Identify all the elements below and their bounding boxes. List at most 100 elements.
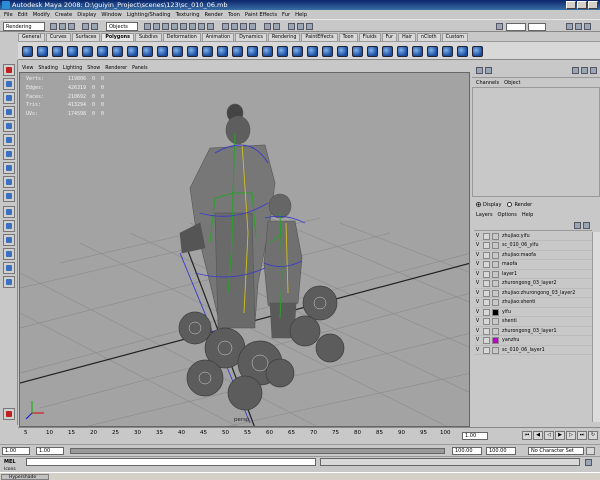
viewport-menu-renderer[interactable]: Renderer [105,66,127,71]
mask-icon[interactable] [144,23,151,30]
layer-row[interactable]: Vyanzhu [474,337,592,346]
layer-type-box[interactable] [483,299,490,306]
menu-edit[interactable]: Edit [18,12,28,18]
shelf-tab-dynamics[interactable]: Dynamics [235,33,267,41]
snap-grid-icon[interactable] [222,23,229,30]
layout-two-icon[interactable] [3,234,15,246]
layer-visibility[interactable]: V [474,262,481,267]
menu-window[interactable]: Window [101,12,121,18]
layer-row[interactable]: Vsc_010_06_yifu [474,242,592,251]
play-forward-button[interactable]: ▶ [555,431,565,440]
step-forward-button[interactable]: ▷ [566,431,576,440]
layer-visibility[interactable]: V [474,329,481,334]
open-scene-icon[interactable] [59,23,66,30]
menu-help[interactable]: Help [295,12,307,18]
channel-box[interactable] [472,87,600,197]
layer-row[interactable]: Vsc_010_06_layer1 [474,346,592,355]
selection-mode-dropdown[interactable]: Objects [106,22,138,31]
mask-icon[interactable] [171,23,178,30]
poly-tool-icon[interactable] [307,46,318,57]
menu-display[interactable]: Display [77,12,96,18]
mask-icon[interactable] [189,23,196,30]
animation-end-field[interactable]: 100.00 [486,447,516,455]
layer-color-swatch[interactable] [492,261,499,268]
minimize-button[interactable] [566,1,576,9]
playback-end-field[interactable]: 100.00 [452,447,482,455]
show-attribute-editor-icon[interactable] [566,23,573,30]
layer-color-swatch[interactable] [492,337,499,344]
layer-visibility[interactable]: V [474,253,481,258]
paint-select-tool-icon[interactable] [3,92,15,104]
rotate-tool-icon[interactable] [3,120,15,132]
step-back-button[interactable]: ◀ [533,431,543,440]
layout-four-icon[interactable] [3,220,15,232]
poly-tool-icon[interactable] [427,46,438,57]
current-frame-field[interactable]: 1.00 [462,432,488,440]
layer-type-box[interactable] [483,242,490,249]
command-language-label[interactable]: MEL [4,459,16,465]
show-tool-settings-icon[interactable] [575,23,582,30]
layer-type-box[interactable] [483,337,490,344]
play-back-button[interactable]: ◁ [544,431,554,440]
layer-visibility[interactable]: V [474,338,481,343]
character-set-field[interactable]: No Character Set [528,447,584,455]
layer-row[interactable]: Vzhujiao:shenti [474,299,592,308]
menu-paint-effects[interactable]: Paint Effects [245,12,277,18]
script-editor-icon[interactable] [585,459,592,466]
layer-color-swatch[interactable] [492,308,499,316]
mask-icon[interactable] [198,23,205,30]
layout-graph-icon[interactable] [3,262,15,274]
poly-cube-icon[interactable] [37,46,48,57]
layer-visibility[interactable]: V [474,234,481,239]
menu-create[interactable]: Create [55,12,72,18]
shelf-tab-hair[interactable]: Hair [398,33,416,41]
layer-visibility[interactable]: V [474,272,481,277]
layer-color-swatch[interactable] [492,242,499,249]
layer-type-box[interactable] [483,251,490,259]
poly-tool-icon[interactable] [262,46,273,57]
command-input[interactable] [26,458,316,466]
poly-tool-icon[interactable] [292,46,303,57]
layer-color-swatch[interactable] [492,299,499,306]
channel-box-menu-object[interactable]: Object [504,80,520,86]
layer-row[interactable]: Vzhurongong_03_layer2 [474,280,592,289]
shelf-tab-general[interactable]: General [18,33,45,41]
lasso-tool-icon[interactable] [3,78,15,90]
poly-tool-icon[interactable] [112,46,123,57]
viewport-menu-shading[interactable]: Shading [38,66,58,71]
menu-render[interactable]: Render [205,12,223,18]
select-hierarchy-icon[interactable] [82,23,89,30]
snap-point-icon[interactable] [240,23,247,30]
playback-start-field[interactable]: 1.00 [36,447,64,455]
range-bar[interactable] [70,448,445,454]
time-slider[interactable]: 5 10 15 20 25 30 35 40 45 50 55 60 65 70… [18,427,600,444]
layer-row[interactable]: Vzhujiao:maofa [474,251,592,260]
layer-row[interactable]: Vzhujiao:yifu [474,232,592,241]
render-settings-icon[interactable] [306,23,313,30]
layer-type-box[interactable] [483,232,490,240]
soft-mod-tool-icon[interactable] [3,162,15,174]
poly-tool-icon[interactable] [442,46,453,57]
poly-tool-icon[interactable] [397,46,408,57]
menu-modify[interactable]: Modify [33,12,50,18]
layer-color-swatch[interactable] [492,327,499,335]
layer-color-swatch[interactable] [492,318,499,325]
layer-color-swatch[interactable] [492,280,499,287]
layer-type-box[interactable] [483,289,490,297]
poly-cylinder-icon[interactable] [52,46,63,57]
mask-icon[interactable] [180,23,187,30]
layer-visibility[interactable]: V [474,310,481,315]
shelf-tab-fluids[interactable]: Fluids [358,33,381,41]
layer-color-swatch[interactable] [492,251,499,259]
new-scene-icon[interactable] [50,23,57,30]
layout-single-icon[interactable] [3,206,15,218]
shelf-tab-curves[interactable]: Curves [45,33,71,41]
viewport-menu-lighting[interactable]: Lighting [63,66,82,71]
poly-tool-icon[interactable] [322,46,333,57]
layer-type-box[interactable] [483,318,490,325]
menu-file[interactable]: File [4,12,13,18]
layer-visibility[interactable]: V [474,281,481,286]
last-tool-icon[interactable] [3,190,15,202]
layer-visibility[interactable]: V [474,348,481,353]
layer-row[interactable]: Vmaofa [474,261,592,270]
